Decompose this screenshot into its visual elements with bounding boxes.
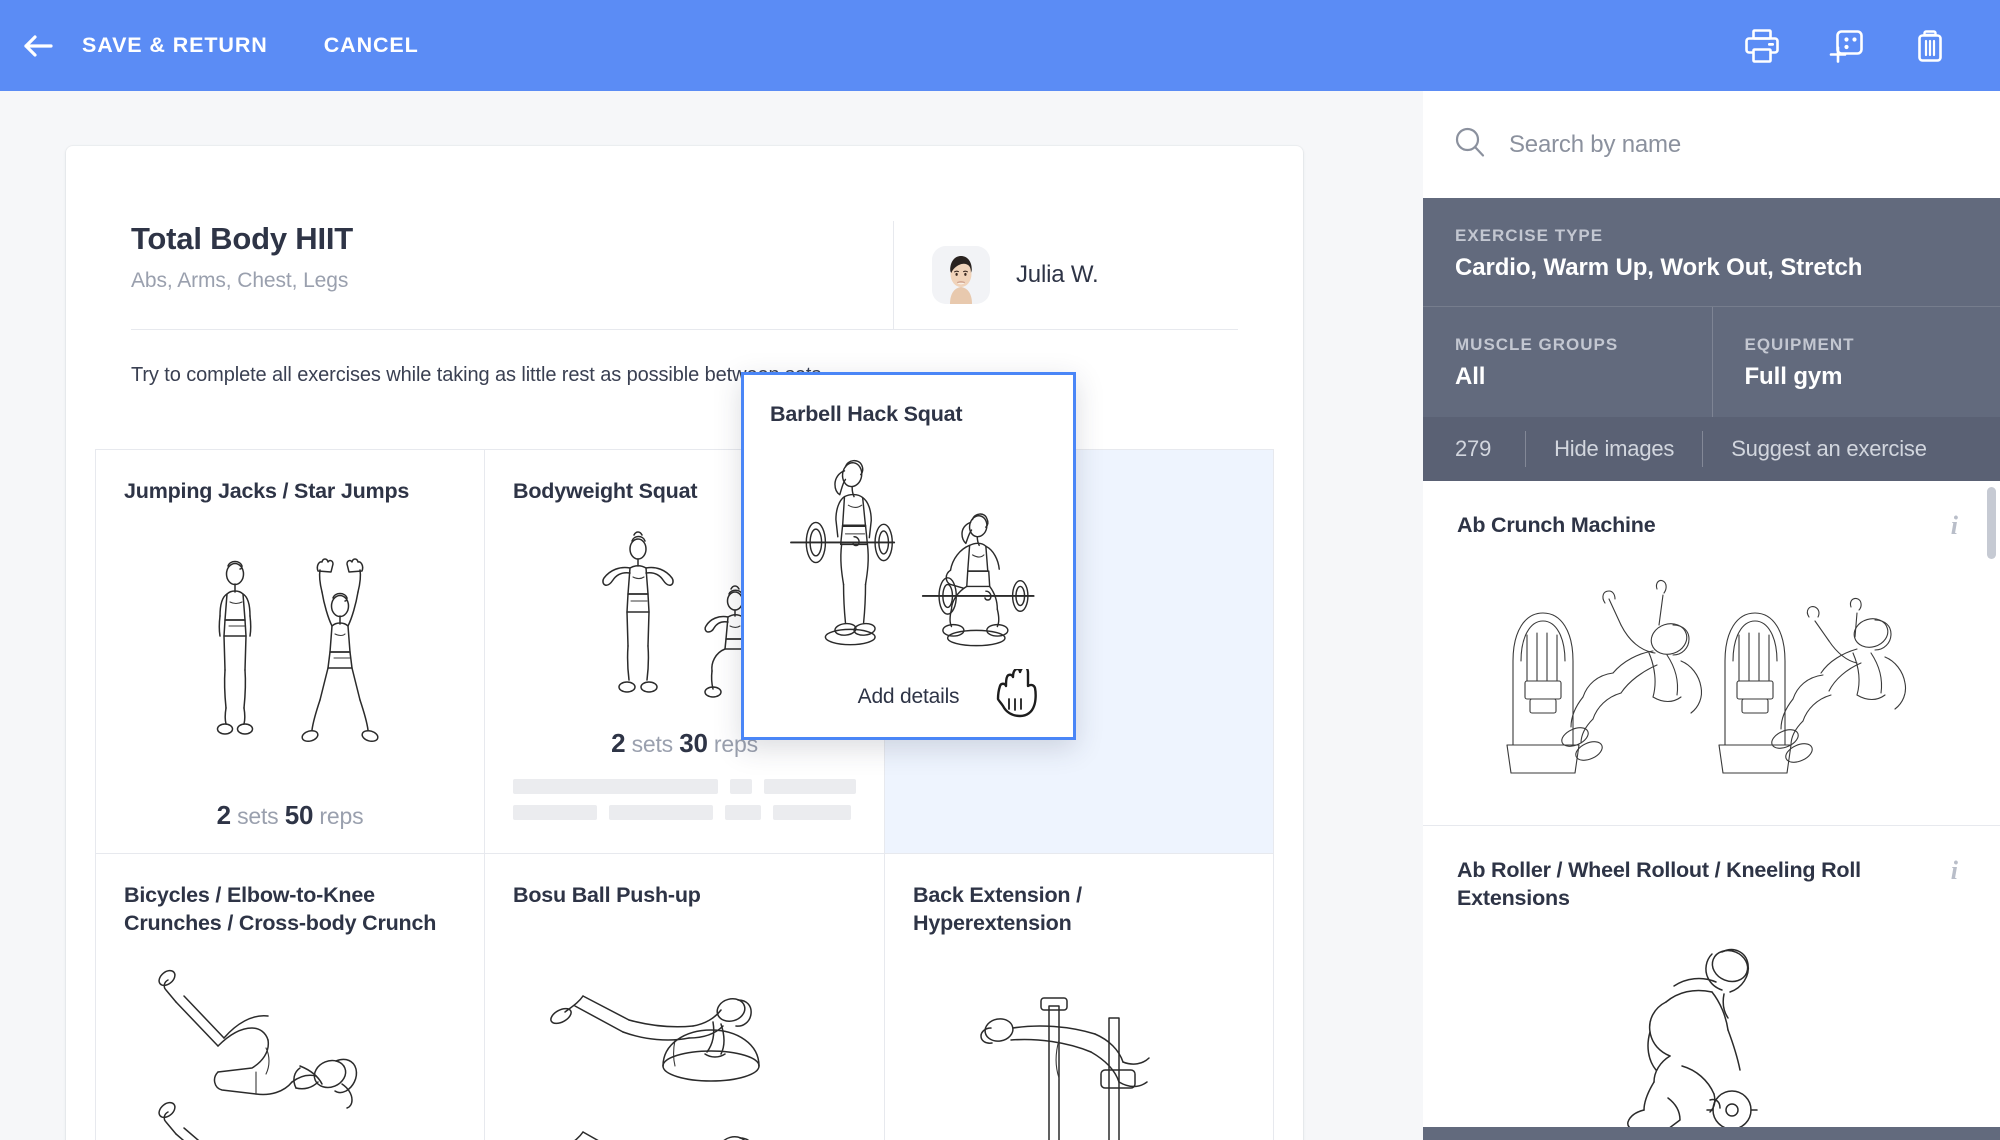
sets-label: sets [631, 731, 674, 757]
placeholder-bar [725, 805, 761, 820]
back-extension-icon [913, 938, 1245, 1140]
filter-value: Full gym [1744, 363, 1843, 390]
author-block[interactable]: Julia W. [893, 221, 1238, 329]
search-bar[interactable]: Search by name [1423, 91, 2000, 198]
top-toolbar: SAVE & RETURN CANCEL [0, 0, 2000, 91]
reps-label: reps [319, 803, 364, 829]
list-item[interactable]: Ab Roller / Wheel Rollout / Kneeling Rol… [1423, 826, 2000, 1127]
exercise-cell[interactable]: Back Extension / Hyperextension [885, 854, 1274, 1140]
dragged-exercise-card[interactable]: Barbell Hack Squat Add details [741, 372, 1076, 740]
placeholder-row [513, 779, 856, 794]
filter-label: MUSCLE GROUPS [1455, 335, 1619, 354]
cancel-button[interactable]: CANCEL [310, 23, 433, 68]
sets-value: 2 [611, 728, 626, 758]
filter-value: All [1455, 363, 1486, 390]
sets-reps: 2 sets 50 reps [124, 798, 456, 831]
detail-placeholder [513, 759, 856, 831]
add-details-button[interactable]: Add details [858, 685, 960, 709]
exercise-name: Ab Roller / Wheel Rollout / Kneeling Rol… [1457, 858, 1861, 911]
filter-muscle-groups[interactable]: MUSCLE GROUPS All [1423, 307, 1712, 417]
add-card-icon[interactable] [1824, 24, 1868, 68]
reps-value: 30 [679, 728, 708, 758]
bicycle-crunch-icon [124, 938, 456, 1140]
filter-equipment[interactable]: EQUIPMENT Full gym [1711, 307, 2000, 417]
placeholder-bar [609, 805, 713, 820]
hide-images-button[interactable]: Hide images [1526, 417, 1702, 481]
placeholder-row [513, 805, 856, 820]
filter-row-split: MUSCLE GROUPS All EQUIPMENT Full gym [1423, 307, 2000, 417]
exercise-cell[interactable]: Bicycles / Elbow-to-Knee Crunches / Cros… [96, 854, 485, 1140]
exercise-cell[interactable]: Jumping Jacks / Star Jumps 2 sets 50 rep… [96, 450, 485, 854]
grabbing-hand-cursor [989, 665, 1041, 725]
workout-header-left: Total Body HIIT Abs, Arms, Chest, Legs [131, 221, 893, 293]
info-icon[interactable]: i [1951, 856, 1958, 886]
workout-canvas: Total Body HIIT Abs, Arms, Chest, Legs J… [0, 91, 1423, 1140]
author-name: Julia W. [1016, 261, 1099, 288]
search-input[interactable]: Search by name [1509, 131, 1681, 159]
exercise-name: Ab Crunch Machine [1457, 513, 1656, 537]
page-title: Total Body HIIT [131, 221, 354, 256]
bosu-pushup-icon [513, 910, 856, 1140]
placeholder-bar [513, 805, 597, 820]
exercise-name: Bicycles / Elbow-to-Knee Crunches / Cros… [124, 883, 437, 935]
ab-roller-icon [1457, 913, 1966, 1127]
sets-value: 2 [216, 800, 231, 830]
exercise-cell[interactable]: Bosu Ball Push-up [485, 854, 885, 1140]
filter-exercise-type[interactable]: EXERCISE TYPE Cardio, Warm Up, Work Out,… [1423, 198, 2000, 307]
exercise-name: Jumping Jacks / Star Jumps [124, 479, 410, 503]
save-and-return-button[interactable]: SAVE & RETURN [68, 23, 282, 68]
filter-value: Cardio, Warm Up, Work Out, Stretch [1455, 254, 1863, 281]
exercise-name: Bosu Ball Push-up [513, 883, 701, 907]
trash-icon[interactable] [1908, 24, 1952, 68]
suggest-exercise-button[interactable]: Suggest an exercise [1703, 417, 1955, 481]
exercise-grid: Jumping Jacks / Star Jumps 2 sets 50 rep… [95, 449, 1274, 1140]
filter-group: EXERCISE TYPE Cardio, Warm Up, Work Out,… [1423, 198, 2000, 417]
workout-sheet: Total Body HIIT Abs, Arms, Chest, Legs J… [66, 146, 1303, 1140]
workout-header: Total Body HIIT Abs, Arms, Chest, Legs J… [66, 146, 1303, 329]
placeholder-bar [764, 779, 856, 794]
toolbar-left-group: SAVE & RETURN CANCEL [0, 23, 433, 68]
info-icon[interactable]: i [1951, 511, 1958, 541]
list-item[interactable]: Ab Crunch Machine i [1423, 481, 2000, 826]
jumping-jacks-icon [124, 506, 456, 798]
filter-label: EQUIPMENT [1744, 335, 1855, 354]
toolbar-right-group [1740, 24, 2000, 68]
ab-crunch-machine-icon [1457, 539, 1966, 803]
reps-value: 50 [284, 800, 314, 830]
print-icon[interactable] [1740, 24, 1784, 68]
placeholder-bar [730, 779, 752, 794]
exercise-name: Barbell Hack Squat [770, 402, 963, 426]
placeholder-bar [513, 779, 718, 794]
exercise-library-sidebar: Search by name EXERCISE TYPE Cardio, War… [1423, 91, 2000, 1140]
exercise-results-list: Ab Crunch Machine i Ab Roller / Wheel Ro… [1423, 481, 2000, 1127]
drag-card-footer: Add details [770, 665, 1047, 719]
workout-subtitle: Abs, Arms, Chest, Legs [131, 269, 349, 292]
workout-description: Try to complete all exercises while taki… [131, 364, 827, 386]
search-icon [1453, 125, 1487, 164]
results-count: 279 [1455, 436, 1492, 461]
arrow-left-icon[interactable] [22, 29, 56, 63]
filter-label: EXERCISE TYPE [1455, 226, 1604, 245]
results-toolbar: 279 Hide images Suggest an exercise [1423, 417, 2000, 481]
barbell-hack-squat-icon [770, 429, 1047, 675]
sets-label: sets [237, 803, 279, 829]
sidebar-scrollbar[interactable] [1986, 481, 1996, 1127]
scrollbar-thumb[interactable] [1987, 487, 1996, 559]
exercise-name: Back Extension / Hyperextension [913, 883, 1082, 935]
placeholder-bar [773, 805, 851, 820]
avatar [932, 246, 990, 304]
